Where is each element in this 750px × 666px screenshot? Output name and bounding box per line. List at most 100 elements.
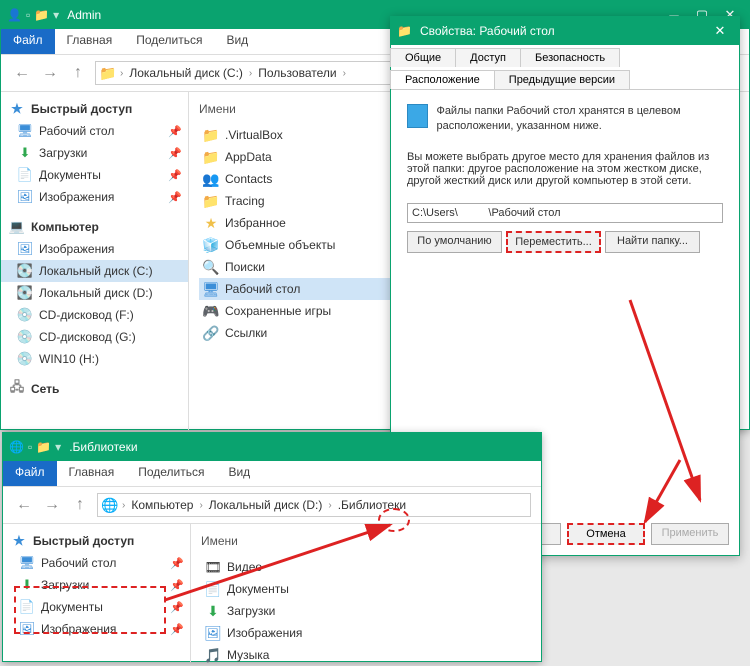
item-documents[interactable]: 📄Документы xyxy=(201,578,531,600)
sidebar-quick-access[interactable]: ★Быстрый доступ xyxy=(3,530,190,552)
label: Локальный диск (C:) xyxy=(39,264,153,278)
tab-security[interactable]: Безопасность xyxy=(520,48,620,67)
sidebar: ★Быстрый доступ 🖥Рабочий стол📌 ⬇Загрузки… xyxy=(1,92,189,430)
video-icon: 🎞 xyxy=(205,559,221,575)
back-button[interactable]: ← xyxy=(13,494,35,516)
chevron-icon: › xyxy=(122,500,125,511)
up-button[interactable]: ↑ xyxy=(67,62,89,84)
picture-icon: 🖼 xyxy=(19,621,35,637)
breadcrumb-2[interactable]: 🌐 › Компьютер › Локальный диск (D:) › .Б… xyxy=(97,493,531,517)
tab-access[interactable]: Доступ xyxy=(455,48,521,67)
qat-folder-icon[interactable]: 📁 xyxy=(36,440,51,454)
forward-button[interactable]: → xyxy=(39,62,61,84)
find-folder-button[interactable]: Найти папку... xyxy=(605,231,700,253)
tab-general[interactable]: Общие xyxy=(390,48,456,67)
bc-computer[interactable]: Компьютер xyxy=(129,498,195,512)
tab-previous-versions[interactable]: Предыдущие версии xyxy=(494,70,630,89)
sidebar-desktop[interactable]: 🖥Рабочий стол📌 xyxy=(3,552,190,574)
app-icon: 🌐 xyxy=(9,440,24,454)
qat-folder-icon[interactable]: 📁 xyxy=(34,8,49,22)
picture-icon: 🖼 xyxy=(205,625,221,641)
sidebar-pictures2[interactable]: 🖼Изображения xyxy=(1,238,188,260)
cube-icon: 🧊 xyxy=(203,237,219,253)
document-icon: 📄 xyxy=(19,599,35,615)
sidebar-local-d[interactable]: 💽Локальный диск (D:) xyxy=(1,282,188,304)
sidebar-cd-f[interactable]: 💿CD-дисковод (F:) xyxy=(1,304,188,326)
label: Объемные объекты xyxy=(225,238,335,252)
pin-icon: 📌 xyxy=(168,169,182,182)
sidebar-computer[interactable]: 💻Компьютер xyxy=(1,216,188,238)
sidebar-downloads[interactable]: ⬇Загрузки📌 xyxy=(3,574,190,596)
label: Документы xyxy=(41,600,103,614)
pin-icon: 📌 xyxy=(170,579,184,592)
sidebar-2: ★Быстрый доступ 🖥Рабочий стол📌 ⬇Загрузки… xyxy=(3,524,191,662)
item-downloads[interactable]: ⬇Загрузки xyxy=(201,600,531,622)
folder-icon: 📁 xyxy=(203,127,219,143)
sidebar-downloads[interactable]: ⬇Загрузки📌 xyxy=(1,142,188,164)
sidebar-desktop[interactable]: 🖥Рабочий стол📌 xyxy=(1,120,188,142)
tab-view[interactable]: Вид xyxy=(216,461,262,486)
props-titlebar[interactable]: 📁 Свойства: Рабочий стол ✕ xyxy=(391,17,739,45)
tab-view[interactable]: Вид xyxy=(214,29,260,54)
bc-drive-d[interactable]: Локальный диск (D:) xyxy=(207,498,325,512)
qat-dropdown-icon[interactable]: ▾ xyxy=(55,440,61,454)
link-icon: 🔗 xyxy=(203,325,219,341)
label: Быстрый доступ xyxy=(33,534,134,548)
folder-icon: 📁 xyxy=(100,65,116,81)
explorer-window-2: 🌐 ▫ 📁 ▾ .Библиотеки Файл Главная Поделит… xyxy=(2,432,542,662)
titlebar-2[interactable]: 🌐 ▫ 📁 ▾ .Библиотеки xyxy=(3,433,541,461)
desktop-icon: 🖥 xyxy=(203,281,219,297)
bc-drive[interactable]: Локальный диск (C:) xyxy=(127,66,245,80)
label: Музыка xyxy=(227,648,269,662)
chevron-icon: › xyxy=(249,68,252,79)
label: Избранное xyxy=(225,216,286,230)
sidebar-pictures[interactable]: 🖼Изображения📌 xyxy=(1,186,188,208)
bc-users[interactable]: Пользователи xyxy=(256,66,338,80)
label: Сохраненные игры xyxy=(225,304,331,318)
forward-button[interactable]: → xyxy=(41,494,63,516)
pin-icon: 📌 xyxy=(170,557,184,570)
sidebar-network[interactable]: 🖧Сеть xyxy=(1,378,188,400)
tab-home[interactable]: Главная xyxy=(55,29,125,54)
window-title: Admin xyxy=(67,8,101,22)
label: .VirtualBox xyxy=(225,128,283,142)
restore-default-button[interactable]: По умолчанию xyxy=(407,231,502,253)
qat-dropdown-icon[interactable]: ▾ xyxy=(53,8,59,22)
label: Рабочий стол xyxy=(39,124,114,138)
sidebar-documents[interactable]: 📄 Документы 📌 xyxy=(3,596,190,618)
sidebar-cd-g[interactable]: 💿CD-дисковод (G:) xyxy=(1,326,188,348)
pin-icon: 📌 xyxy=(170,601,184,614)
location-input[interactable] xyxy=(407,203,723,223)
desc-line-1: Файлы папки Рабочий стол хранятся в целе… xyxy=(436,104,723,135)
label: Изображения xyxy=(41,622,116,636)
cancel-button[interactable]: Отмена xyxy=(567,523,645,545)
sidebar-documents[interactable]: 📄Документы📌 xyxy=(1,164,188,186)
tab-location[interactable]: Расположение xyxy=(390,70,495,89)
item-music[interactable]: 🎵Музыка xyxy=(201,644,531,666)
tab-share[interactable]: Поделиться xyxy=(124,29,214,54)
qat-icon[interactable]: ▫ xyxy=(26,8,30,22)
label: Contacts xyxy=(225,172,272,186)
pin-icon: 📌 xyxy=(168,125,182,138)
label: Изображения xyxy=(39,190,114,204)
item-video[interactable]: 🎞 Видео xyxy=(201,556,531,578)
tab-file[interactable]: Файл xyxy=(1,29,55,54)
back-button[interactable]: ← xyxy=(11,62,33,84)
sidebar-win10[interactable]: 💿WIN10 (H:) xyxy=(1,348,188,370)
label: CD-дисковод (F:) xyxy=(39,308,134,322)
item-pictures[interactable]: 🖼Изображения xyxy=(201,622,531,644)
move-button[interactable]: Переместить... xyxy=(506,231,601,253)
bc-libraries[interactable]: .Библиотеки xyxy=(336,498,408,512)
apply-button[interactable]: Применить xyxy=(651,523,729,545)
sidebar-quick-access[interactable]: ★Быстрый доступ xyxy=(1,98,188,120)
column-header[interactable]: Имени xyxy=(201,530,531,556)
sidebar-pictures[interactable]: 🖼Изображения📌 xyxy=(3,618,190,640)
qat-icon[interactable]: ▫ xyxy=(28,440,32,454)
tab-share[interactable]: Поделиться xyxy=(126,461,216,486)
label: Видео xyxy=(227,560,262,574)
tab-home[interactable]: Главная xyxy=(57,461,127,486)
close-button[interactable]: ✕ xyxy=(707,21,733,41)
sidebar-local-c[interactable]: 💽Локальный диск (C:) xyxy=(1,260,188,282)
up-button[interactable]: ↑ xyxy=(69,494,91,516)
tab-file[interactable]: Файл xyxy=(3,461,57,486)
